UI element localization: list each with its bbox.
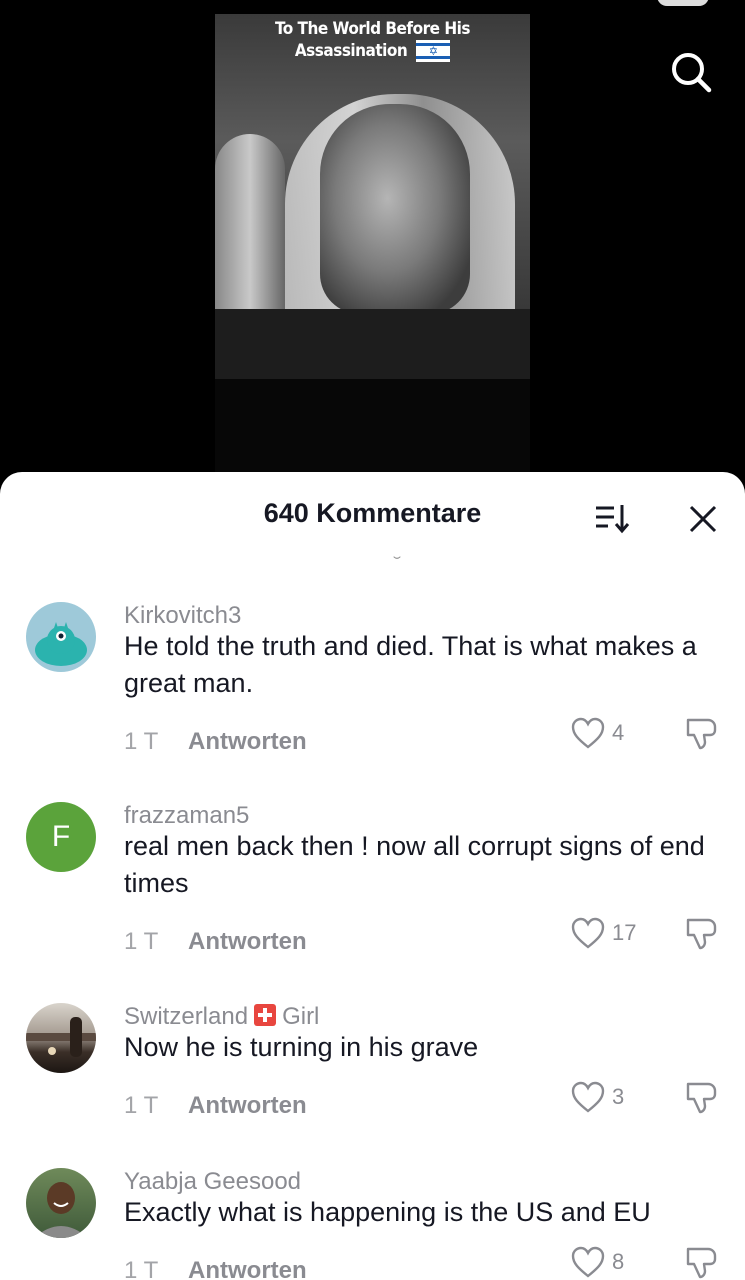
heart-icon bbox=[571, 917, 605, 949]
video-caption-line2-text: Assassination bbox=[294, 41, 408, 61]
like-button[interactable]: 4 bbox=[570, 716, 640, 752]
thumbs-down-icon bbox=[686, 718, 717, 750]
heart-icon bbox=[571, 1246, 605, 1278]
comments-sheet: 640 Kommentare Kirkovitch3 He told the t… bbox=[0, 472, 745, 1280]
avatar[interactable] bbox=[26, 1168, 96, 1238]
heart-icon bbox=[571, 717, 605, 749]
like-count: 17 bbox=[612, 920, 637, 945]
reply-button[interactable]: Antworten bbox=[188, 728, 307, 756]
video-player[interactable]: ▔▔ ▔▔ To The World Before His Assassinat… bbox=[0, 0, 745, 480]
swiss-flag-icon bbox=[254, 1004, 277, 1026]
video-frame: To The World Before His Assassination ✡ bbox=[215, 14, 530, 379]
like-count: 8 bbox=[612, 1249, 625, 1274]
comment-username[interactable]: Switzerland Girl bbox=[124, 1003, 319, 1031]
search-icon bbox=[672, 53, 712, 93]
israel-flag-icon: ✡ bbox=[416, 40, 451, 62]
thumbs-down-icon bbox=[686, 918, 717, 950]
video-caption: To The World Before His Assassination ✡ bbox=[215, 18, 530, 62]
landscape-photo-icon bbox=[26, 1017, 96, 1057]
reply-button[interactable]: Antworten bbox=[188, 1092, 307, 1120]
scroll-hint-icon bbox=[393, 556, 401, 559]
video-figure-body bbox=[215, 309, 530, 379]
like-button[interactable]: 17 bbox=[570, 916, 640, 952]
comment-username[interactable]: Kirkovitch3 bbox=[124, 602, 241, 630]
comment-username-part1: Switzerland bbox=[124, 1003, 249, 1030]
status-battery-icon bbox=[657, 0, 709, 6]
video-caption-line2: Assassination ✡ bbox=[215, 40, 530, 62]
comment-text: Now he is turning in his grave bbox=[124, 1032, 479, 1062]
comment-username[interactable]: Yaabja Geesood bbox=[124, 1168, 301, 1196]
comment-text: Exactly what is happening is the US and … bbox=[124, 1197, 651, 1227]
thumbs-down-icon bbox=[686, 1247, 717, 1279]
dislike-button[interactable] bbox=[682, 714, 722, 754]
person-photo-icon bbox=[34, 1182, 88, 1238]
comment-time: 1 T bbox=[124, 928, 159, 955]
avatar[interactable] bbox=[26, 1003, 96, 1073]
like-count: 3 bbox=[612, 1084, 625, 1109]
mascot-avatar-icon bbox=[35, 622, 87, 666]
reply-button[interactable]: Antworten bbox=[188, 1257, 307, 1280]
comment-username-part2: Girl bbox=[282, 1003, 320, 1030]
close-icon bbox=[689, 505, 717, 533]
sort-button[interactable] bbox=[594, 502, 634, 536]
dislike-button[interactable] bbox=[682, 914, 722, 954]
close-button[interactable] bbox=[686, 502, 720, 536]
like-button[interactable]: 3 bbox=[570, 1080, 640, 1116]
heart-icon bbox=[571, 1081, 605, 1113]
sort-icon bbox=[596, 505, 630, 534]
dislike-button[interactable] bbox=[682, 1078, 722, 1118]
video-figure-face bbox=[320, 104, 470, 314]
comment-time: 1 T bbox=[124, 728, 159, 755]
like-count: 4 bbox=[612, 720, 625, 745]
comment-time: 1 T bbox=[124, 1257, 159, 1280]
comment-username[interactable]: frazzaman5 bbox=[124, 802, 249, 830]
video-bottom-strip bbox=[215, 379, 530, 474]
comment-text: He told the truth and died. That is what… bbox=[124, 631, 697, 698]
thumbs-down-icon bbox=[686, 1082, 717, 1114]
status-bar-fragment: ▔▔ ▔▔ bbox=[30, 0, 114, 13]
comment-text: real men back then ! now all corrupt sig… bbox=[124, 831, 705, 898]
video-caption-line1: To The World Before His bbox=[275, 19, 470, 39]
avatar[interactable]: F bbox=[26, 802, 96, 872]
reply-button[interactable]: Antworten bbox=[188, 928, 307, 956]
comment-time: 1 T bbox=[124, 1092, 159, 1119]
avatar-letter: F bbox=[51, 820, 71, 853]
like-button[interactable]: 8 bbox=[570, 1245, 640, 1280]
dislike-button[interactable] bbox=[682, 1243, 722, 1280]
search-button[interactable] bbox=[669, 50, 713, 94]
avatar[interactable] bbox=[26, 602, 96, 672]
